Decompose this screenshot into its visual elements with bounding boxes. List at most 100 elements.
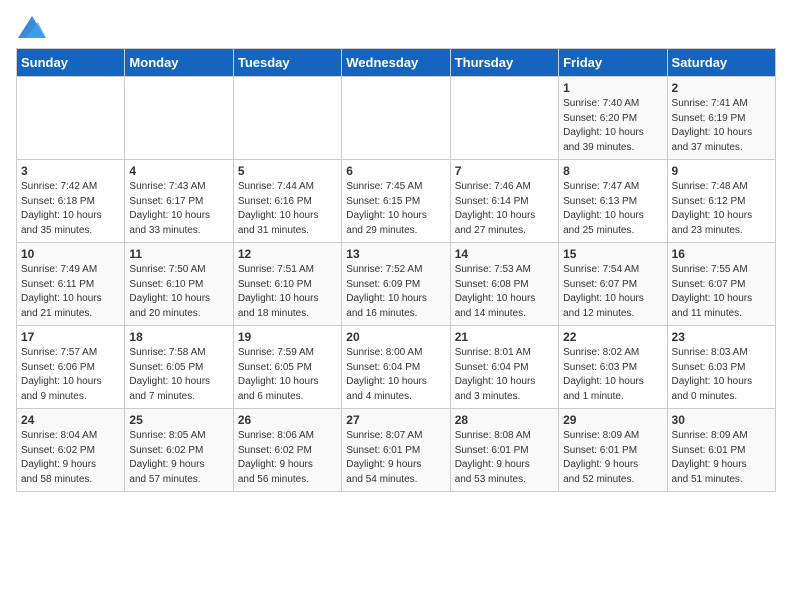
- day-info: Sunrise: 7:54 AM Sunset: 6:07 PM Dayligh…: [563, 263, 662, 321]
- day-info: Sunrise: 7:43 AM Sunset: 6:17 PM Dayligh…: [129, 180, 228, 238]
- calendar-cell: 9Sunrise: 7:48 AM Sunset: 6:12 PM Daylig…: [667, 160, 775, 243]
- calendar-cell: 22Sunrise: 8:02 AM Sunset: 6:03 PM Dayli…: [559, 326, 667, 409]
- calendar-week-row: 24 Sunrise: 8:04 AM Sunset: 6:02 PM Dayli…: [17, 409, 776, 492]
- day-number: 22: [563, 330, 662, 344]
- day-info: Sunrise: 8:05 AM Sunset: 6:02 PM Dayligh…: [129, 429, 228, 487]
- day-number: 20: [346, 330, 445, 344]
- day-number: 15: [563, 247, 662, 261]
- calendar-cell: [342, 77, 450, 160]
- day-info: Sunrise: 8:04 AM Sunset: 6:02 PM Dayligh…: [21, 429, 120, 487]
- calendar-cell: [233, 77, 341, 160]
- calendar-week-row: 17 Sunrise: 7:57 AM Sunset: 6:06 PM Dayli…: [17, 326, 776, 409]
- calendar-cell: 15 Sunrise: 7:54 AM Sunset: 6:07 PM Dayli…: [559, 243, 667, 326]
- calendar-cell: 7 Sunrise: 7:46 AM Sunset: 6:14 PM Daylig…: [450, 160, 558, 243]
- day-info: Sunrise: 8:03 AM Sunset: 6:03 PM Dayligh…: [672, 346, 771, 404]
- calendar-cell: 13 Sunrise: 7:52 AM Sunset: 6:09 PM Dayli…: [342, 243, 450, 326]
- day-info: Sunrise: 8:01 AM Sunset: 6:04 PM Dayligh…: [455, 346, 554, 404]
- day-number: 27: [346, 413, 445, 427]
- calendar-cell: 18 Sunrise: 7:58 AM Sunset: 6:05 PM Dayli…: [125, 326, 233, 409]
- logo: [16, 16, 46, 38]
- weekday-header-tuesday: Tuesday: [233, 49, 341, 77]
- calendar-cell: 20 Sunrise: 8:00 AM Sunset: 6:04 PM Dayli…: [342, 326, 450, 409]
- day-number: 3: [21, 164, 120, 178]
- day-number: 6: [346, 164, 445, 178]
- calendar-cell: 17 Sunrise: 7:57 AM Sunset: 6:06 PM Dayli…: [17, 326, 125, 409]
- calendar-cell: 8 Sunrise: 7:47 AM Sunset: 6:13 PM Daylig…: [559, 160, 667, 243]
- day-info: Sunrise: 7:49 AM Sunset: 6:11 PM Dayligh…: [21, 263, 120, 321]
- calendar-cell: 10Sunrise: 7:49 AM Sunset: 6:11 PM Dayli…: [17, 243, 125, 326]
- calendar-cell: 12 Sunrise: 7:51 AM Sunset: 6:10 PM Dayli…: [233, 243, 341, 326]
- calendar-cell: 11 Sunrise: 7:50 AM Sunset: 6:10 PM Dayli…: [125, 243, 233, 326]
- day-number: 9: [672, 164, 771, 178]
- calendar-cell: [17, 77, 125, 160]
- calendar-cell: 2Sunrise: 7:41 AM Sunset: 6:19 PM Daylig…: [667, 77, 775, 160]
- day-number: 1: [563, 81, 662, 95]
- day-number: 21: [455, 330, 554, 344]
- weekday-header-wednesday: Wednesday: [342, 49, 450, 77]
- day-info: Sunrise: 7:55 AM Sunset: 6:07 PM Dayligh…: [672, 263, 771, 321]
- logo-icon: [18, 16, 46, 38]
- calendar-cell: 26 Sunrise: 8:06 AM Sunset: 6:02 PM Dayli…: [233, 409, 341, 492]
- page-header: [16, 16, 776, 38]
- day-info: Sunrise: 7:45 AM Sunset: 6:15 PM Dayligh…: [346, 180, 445, 238]
- day-number: 26: [238, 413, 337, 427]
- day-number: 16: [672, 247, 771, 261]
- day-number: 17: [21, 330, 120, 344]
- calendar-cell: [125, 77, 233, 160]
- day-info: Sunrise: 7:58 AM Sunset: 6:05 PM Dayligh…: [129, 346, 228, 404]
- calendar-cell: 4Sunrise: 7:43 AM Sunset: 6:17 PM Daylig…: [125, 160, 233, 243]
- day-number: 18: [129, 330, 228, 344]
- day-info: Sunrise: 7:52 AM Sunset: 6:09 PM Dayligh…: [346, 263, 445, 321]
- day-number: 19: [238, 330, 337, 344]
- day-number: 11: [129, 247, 228, 261]
- weekday-header-monday: Monday: [125, 49, 233, 77]
- day-number: 25: [129, 413, 228, 427]
- calendar-cell: 28 Sunrise: 8:08 AM Sunset: 6:01 PM Dayli…: [450, 409, 558, 492]
- day-number: 12: [238, 247, 337, 261]
- day-info: Sunrise: 7:41 AM Sunset: 6:19 PM Dayligh…: [672, 97, 771, 155]
- calendar-cell: 21 Sunrise: 8:01 AM Sunset: 6:04 PM Dayli…: [450, 326, 558, 409]
- calendar-cell: [450, 77, 558, 160]
- calendar-cell: 29 Sunrise: 8:09 AM Sunset: 6:01 PM Dayli…: [559, 409, 667, 492]
- day-info: Sunrise: 7:47 AM Sunset: 6:13 PM Dayligh…: [563, 180, 662, 238]
- day-info: Sunrise: 7:44 AM Sunset: 6:16 PM Dayligh…: [238, 180, 337, 238]
- day-number: 28: [455, 413, 554, 427]
- calendar-cell: 25 Sunrise: 8:05 AM Sunset: 6:02 PM Dayli…: [125, 409, 233, 492]
- day-info: Sunrise: 8:00 AM Sunset: 6:04 PM Dayligh…: [346, 346, 445, 404]
- calendar-cell: 1Sunrise: 7:40 AM Sunset: 6:20 PM Daylig…: [559, 77, 667, 160]
- calendar-cell: 5 Sunrise: 7:44 AM Sunset: 6:16 PM Daylig…: [233, 160, 341, 243]
- day-info: Sunrise: 8:09 AM Sunset: 6:01 PM Dayligh…: [672, 429, 771, 487]
- day-number: 7: [455, 164, 554, 178]
- weekday-header-sunday: Sunday: [17, 49, 125, 77]
- calendar-cell: 14 Sunrise: 7:53 AM Sunset: 6:08 PM Dayli…: [450, 243, 558, 326]
- calendar-cell: 19 Sunrise: 7:59 AM Sunset: 6:05 PM Dayli…: [233, 326, 341, 409]
- calendar-cell: 24 Sunrise: 8:04 AM Sunset: 6:02 PM Dayli…: [17, 409, 125, 492]
- day-info: Sunrise: 7:59 AM Sunset: 6:05 PM Dayligh…: [238, 346, 337, 404]
- weekday-header-row: SundayMondayTuesdayWednesdayThursdayFrid…: [17, 49, 776, 77]
- day-info: Sunrise: 7:53 AM Sunset: 6:08 PM Dayligh…: [455, 263, 554, 321]
- calendar-cell: 23Sunrise: 8:03 AM Sunset: 6:03 PM Dayli…: [667, 326, 775, 409]
- calendar-week-row: 3 Sunrise: 7:42 AM Sunset: 6:18 PM Daylig…: [17, 160, 776, 243]
- calendar-week-row: 10Sunrise: 7:49 AM Sunset: 6:11 PM Dayli…: [17, 243, 776, 326]
- day-info: Sunrise: 7:42 AM Sunset: 6:18 PM Dayligh…: [21, 180, 120, 238]
- day-number: 14: [455, 247, 554, 261]
- day-info: Sunrise: 8:09 AM Sunset: 6:01 PM Dayligh…: [563, 429, 662, 487]
- day-info: Sunrise: 8:06 AM Sunset: 6:02 PM Dayligh…: [238, 429, 337, 487]
- calendar-cell: 30 Sunrise: 8:09 AM Sunset: 6:01 PM Dayli…: [667, 409, 775, 492]
- day-info: Sunrise: 7:50 AM Sunset: 6:10 PM Dayligh…: [129, 263, 228, 321]
- day-number: 29: [563, 413, 662, 427]
- day-number: 8: [563, 164, 662, 178]
- calendar-cell: 27Sunrise: 8:07 AM Sunset: 6:01 PM Dayli…: [342, 409, 450, 492]
- day-info: Sunrise: 8:08 AM Sunset: 6:01 PM Dayligh…: [455, 429, 554, 487]
- day-number: 13: [346, 247, 445, 261]
- day-info: Sunrise: 7:51 AM Sunset: 6:10 PM Dayligh…: [238, 263, 337, 321]
- calendar-week-row: 1Sunrise: 7:40 AM Sunset: 6:20 PM Daylig…: [17, 77, 776, 160]
- day-number: 24: [21, 413, 120, 427]
- day-info: Sunrise: 7:46 AM Sunset: 6:14 PM Dayligh…: [455, 180, 554, 238]
- calendar-cell: 16 Sunrise: 7:55 AM Sunset: 6:07 PM Dayli…: [667, 243, 775, 326]
- calendar-cell: 6 Sunrise: 7:45 AM Sunset: 6:15 PM Daylig…: [342, 160, 450, 243]
- day-number: 5: [238, 164, 337, 178]
- calendar-table: SundayMondayTuesdayWednesdayThursdayFrid…: [16, 48, 776, 492]
- day-number: 30: [672, 413, 771, 427]
- day-info: Sunrise: 7:57 AM Sunset: 6:06 PM Dayligh…: [21, 346, 120, 404]
